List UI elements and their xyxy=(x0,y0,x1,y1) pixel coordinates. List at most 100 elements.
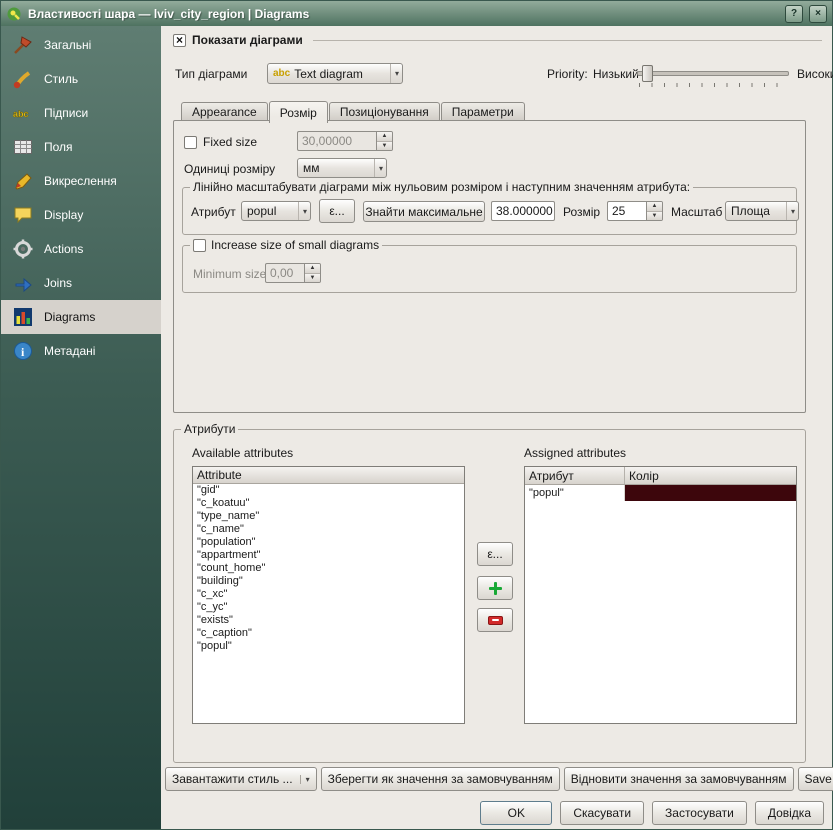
sidebar-item-fields[interactable]: Поля xyxy=(1,130,161,164)
list-item[interactable]: "count_home" xyxy=(193,562,464,575)
fields-icon xyxy=(11,135,35,159)
minimum-size-spinbox[interactable]: 0,00 ▲▼ xyxy=(265,263,321,283)
list-item[interactable]: "exists" xyxy=(193,614,464,627)
joins-icon xyxy=(11,271,35,295)
add-attribute-button[interactable] xyxy=(477,576,513,600)
show-diagrams-label: Показати діаграми xyxy=(192,33,303,47)
help-titlebar-button[interactable]: ? xyxy=(785,5,803,23)
sidebar-item-actions[interactable]: Actions xyxy=(1,232,161,266)
tab-options[interactable]: Параметри xyxy=(441,102,525,121)
increase-size-checkbox[interactable] xyxy=(193,239,206,252)
sidebar-item-general[interactable]: Загальні xyxy=(1,28,161,62)
chevron-down-icon: ▾ xyxy=(390,64,399,83)
list-item[interactable]: "c_yc" xyxy=(193,601,464,614)
apply-button[interactable]: Застосувати xyxy=(652,801,747,825)
tab-size[interactable]: Розмір xyxy=(269,101,328,123)
ok-button[interactable]: OK xyxy=(480,801,552,825)
save-as-default-button[interactable]: Зберегти як значення за замовчуванням xyxy=(321,767,560,791)
titlebar[interactable]: Властивості шара — lviv_city_region | Di… xyxy=(1,1,832,26)
sidebar-item-style[interactable]: Стиль xyxy=(1,62,161,96)
save-style-button[interactable]: Save Style▾ xyxy=(798,767,833,791)
linear-scale-group: Лінійно масштабувати діаграми між нульов… xyxy=(182,187,797,235)
spin-up-icon[interactable]: ▲ xyxy=(377,132,392,141)
minimum-size-label: Minimum size xyxy=(193,267,266,281)
available-attributes-header[interactable]: Attribute xyxy=(193,467,464,484)
sidebar-item-diagrams[interactable]: Diagrams xyxy=(1,300,161,334)
labels-icon: abc xyxy=(11,101,35,125)
priority-label: Priority: xyxy=(547,67,588,81)
show-diagrams-checkbox[interactable]: × xyxy=(173,34,186,47)
size-tab-panel: Fixed size 30,00000 ▲▼ Одиниці розміру м… xyxy=(173,120,806,413)
attribute-column-header[interactable]: Атрибут xyxy=(525,467,625,484)
spin-up-icon[interactable]: ▲ xyxy=(305,264,320,273)
diagrams-icon xyxy=(11,305,35,329)
size-spinbox[interactable]: 25 ▲▼ xyxy=(607,201,663,221)
sidebar-item-labels[interactable]: abcПідписи xyxy=(1,96,161,130)
assigned-attributes-header-row: Атрибут Колір xyxy=(525,467,796,485)
sidebar-item-label: Стиль xyxy=(44,72,78,86)
assigned-color-swatch[interactable] xyxy=(625,485,796,501)
available-attributes-list[interactable]: Attribute "gid""c_koatuu""type_name""c_n… xyxy=(192,466,465,724)
remove-attribute-button[interactable] xyxy=(477,608,513,632)
find-maximum-button[interactable]: Знайти максимальне xyxy=(363,201,485,222)
assigned-attribute-cell[interactable]: "popul" xyxy=(525,485,625,501)
style-buttons-row: Завантажити стиль ...▾ Зберегти як значе… xyxy=(165,767,826,793)
list-item[interactable]: "popul" xyxy=(193,640,464,653)
cancel-button[interactable]: Скасувати xyxy=(560,801,644,825)
slider-groove xyxy=(637,71,789,76)
slider-handle[interactable] xyxy=(642,65,653,82)
attribute-select[interactable]: popul ▾ xyxy=(241,201,311,221)
diagram-type-select[interactable]: abc Text diagram ▾ xyxy=(267,63,403,84)
list-item[interactable]: "type_name" xyxy=(193,510,464,523)
list-item[interactable]: "building" xyxy=(193,575,464,588)
list-item[interactable]: "population" xyxy=(193,536,464,549)
general-icon xyxy=(11,33,35,57)
spin-down-icon[interactable]: ▼ xyxy=(647,211,662,221)
expression-button[interactable]: ε... xyxy=(477,542,513,566)
list-item[interactable]: "c_xc" xyxy=(193,588,464,601)
list-item[interactable]: "gid" xyxy=(193,484,464,497)
increase-size-group-title: Increase size of small diagrams xyxy=(190,238,382,252)
display-icon xyxy=(11,203,35,227)
size-units-select[interactable]: мм ▾ xyxy=(297,158,387,178)
table-row[interactable]: "popul" xyxy=(525,485,796,501)
sidebar-item-label: Загальні xyxy=(44,38,91,52)
spin-down-icon[interactable]: ▼ xyxy=(305,273,320,283)
help-button[interactable]: Довідка xyxy=(755,801,824,825)
assigned-attributes-table[interactable]: Атрибут Колір "popul" xyxy=(524,466,797,724)
sidebar-item-metadata[interactable]: iМетадані xyxy=(1,334,161,368)
spin-up-icon[interactable]: ▲ xyxy=(647,202,662,211)
list-item[interactable]: "c_caption" xyxy=(193,627,464,640)
main-content: × Показати діаграми Тип діаграми abc Tex… xyxy=(161,26,832,829)
qgis-logo-icon xyxy=(6,6,22,22)
color-column-header[interactable]: Колір xyxy=(625,467,796,484)
scale-select[interactable]: Площа ▾ xyxy=(725,201,799,221)
tab-appearance[interactable]: Appearance xyxy=(181,102,268,121)
priority-low-label: Низький xyxy=(593,67,639,81)
available-attributes-body: "gid""c_koatuu""type_name""c_name""popul… xyxy=(193,484,464,653)
priority-slider[interactable] xyxy=(637,63,789,87)
list-item[interactable]: "c_name" xyxy=(193,523,464,536)
expression-button[interactable]: ε... xyxy=(319,199,355,223)
linear-scale-group-title: Лінійно масштабувати діаграми між нульов… xyxy=(190,180,693,194)
spin-down-icon[interactable]: ▼ xyxy=(377,141,392,151)
list-item[interactable]: "c_koatuu" xyxy=(193,497,464,510)
dialog-buttons-row: OK Скасувати Застосувати Довідка xyxy=(161,801,824,827)
sidebar-item-label: Метадані xyxy=(44,344,95,358)
maximum-value-field[interactable]: 38.000000 xyxy=(491,201,555,221)
load-style-button[interactable]: Завантажити стиль ...▾ xyxy=(165,767,317,791)
show-diagrams-groupline: × Показати діаграми xyxy=(173,33,822,47)
fixed-size-checkbox[interactable] xyxy=(184,136,197,149)
list-item[interactable]: "appartment" xyxy=(193,549,464,562)
tab-placement[interactable]: Позиціонування xyxy=(329,102,440,121)
attributes-group-title: Атрибути xyxy=(181,422,238,436)
sidebar-item-label: Викреслення xyxy=(44,174,117,188)
fixed-size-spinbox[interactable]: 30,00000 ▲▼ xyxy=(297,131,393,151)
close-button[interactable]: × xyxy=(809,5,827,23)
assigned-attributes-body: "popul" xyxy=(525,485,796,501)
sidebar-item-joins[interactable]: Joins xyxy=(1,266,161,300)
sidebar-item-display[interactable]: Display xyxy=(1,198,161,232)
attribute-label: Атрибут xyxy=(191,205,236,219)
restore-default-button[interactable]: Відновити значення за замовчуванням xyxy=(564,767,794,791)
sidebar-item-rendering[interactable]: Викреслення xyxy=(1,164,161,198)
